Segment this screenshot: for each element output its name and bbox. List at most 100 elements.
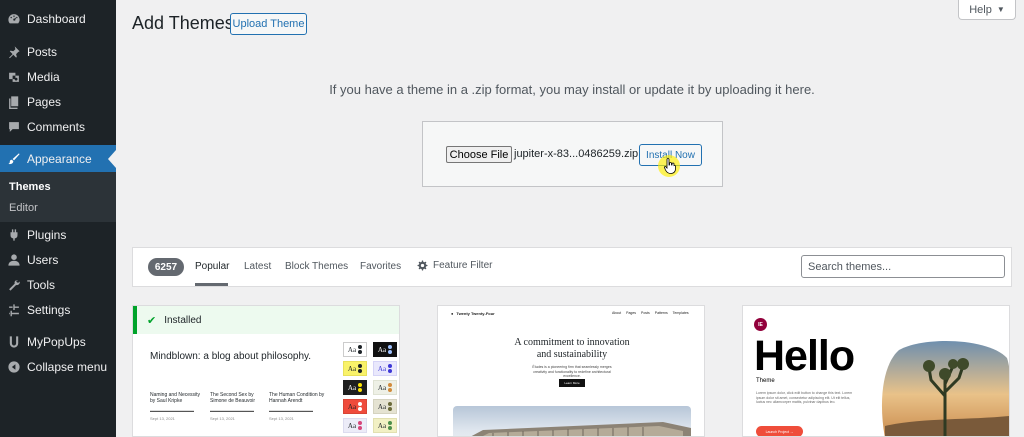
preview-logo-dot: ● [451, 311, 454, 316]
tab-favorites[interactable]: Favorites [360, 261, 401, 272]
swatch-label: Aa [377, 345, 387, 354]
sidebar-item-media[interactable]: Media [0, 65, 116, 89]
sidebar-item-label: Pages [27, 95, 62, 109]
preview-post-excerpt: ▬▬▬▬▬▬▬▬▬▬▬ [150, 408, 194, 413]
headline-line: and sustainability [536, 349, 608, 360]
feature-filter-label: Feature Filter [433, 260, 493, 271]
swatch-label: Aa [377, 364, 387, 373]
upload-form: Choose File jupiter-x-83...0486259.zip I… [422, 121, 723, 187]
preview-post: Naming and Necessity by Saul Kripke ▬▬▬▬… [150, 392, 206, 422]
theme-preview-headline: Hello [754, 332, 855, 380]
style-swatch: Aa [343, 380, 367, 395]
style-swatch: Aa [373, 380, 397, 395]
style-swatch: Aa [373, 399, 397, 414]
theme-card[interactable]: ● Twenty Twenty-Four About Pages Posts Pa… [437, 305, 705, 437]
style-swatch: Aa [343, 342, 367, 357]
caret-down-icon: ▼ [996, 5, 1005, 14]
user-icon [7, 253, 21, 267]
paintbrush-icon [7, 152, 21, 166]
preview-post-title: Naming and Necessity by Saul Kripke [150, 392, 201, 404]
theme-filter-bar: 6257 Popular Latest Block Themes Favorit… [132, 247, 1012, 287]
sidebar-item-plugins[interactable]: Plugins [0, 223, 116, 247]
active-tab-indicator [195, 283, 228, 286]
preview-architecture-photo [453, 406, 691, 436]
sidebar-item-label: MyPopUps [27, 335, 86, 349]
sidebar-item-settings[interactable]: Settings [0, 298, 116, 322]
swatch-label: Aa [347, 421, 357, 430]
style-swatch: Aa [373, 361, 397, 376]
style-swatch: Aa [343, 361, 367, 376]
search-themes-input[interactable] [801, 255, 1005, 278]
dashboard-icon [7, 12, 21, 26]
sidebar-item-tools[interactable]: Tools [0, 273, 116, 297]
settings-icon [7, 303, 21, 317]
submenu-item-editor[interactable]: Editor [9, 202, 38, 214]
choose-file-button[interactable]: Choose File [446, 146, 512, 163]
sidebar-item-appearance[interactable]: Appearance [0, 145, 116, 172]
upload-instructions: If you have a theme in a .zip format, yo… [329, 82, 815, 97]
preview-cactus-photo [881, 341, 1009, 436]
sidebar-item-label: Posts [27, 45, 58, 59]
appearance-submenu: Themes Editor [0, 172, 116, 222]
sidebar-item-posts[interactable]: Posts [0, 40, 116, 64]
upload-theme-button[interactable]: Upload Theme [230, 13, 307, 35]
wrench-icon [7, 278, 21, 292]
preview-post-excerpt: ▬▬▬▬▬▬▬▬▬▬▬ [210, 408, 254, 413]
style-swatch: Aa [373, 342, 397, 357]
tab-block-themes[interactable]: Block Themes [285, 261, 348, 272]
feature-filter-button[interactable]: Feature Filter [417, 260, 492, 271]
theme-card[interactable]: IE Hello Theme Lorem ipsum dolor, click … [742, 305, 1010, 437]
sidebar-item-label: Media [27, 70, 60, 84]
swatch-label: Aa [347, 402, 357, 411]
checkmark-icon: ✔ [147, 314, 157, 327]
theme-card[interactable]: ✔ Installed Mindblown: a blog about phil… [132, 305, 400, 437]
sidebar-item-label: Dashboard [27, 12, 86, 26]
preview-post-title: The Human Condition by Hannah Arendt [269, 392, 325, 404]
preview-brand: ● Twenty Twenty-Four [451, 311, 495, 316]
admin-sidebar: Dashboard Posts Media Pages Comments App… [0, 0, 116, 437]
theme-count-badge: 6257 [148, 258, 184, 276]
sidebar-item-label: Comments [27, 120, 86, 134]
swatch-label: Aa [377, 421, 387, 430]
style-swatch: Aa [343, 399, 367, 414]
preview-post: The Second Sex by Simone de Beauvoir ▬▬▬… [210, 392, 266, 422]
selected-file-name: jupiter-x-83...0486259.zip [514, 148, 639, 160]
preview-description: Études is a pioneering firm that seamles… [532, 365, 612, 378]
preview-cta-button: Learn More [559, 379, 585, 387]
preview-post-title: The Second Sex by Simone de Beauvoir [210, 392, 256, 404]
media-icon [7, 70, 21, 84]
sidebar-item-pages[interactable]: Pages [0, 90, 116, 114]
help-button[interactable]: Help ▼ [958, 0, 1016, 20]
style-swatch: Aa [343, 418, 367, 433]
sidebar-item-mypopups[interactable]: MyPopUps [0, 330, 116, 354]
sidebar-item-label: Plugins [27, 228, 67, 242]
swatch-label: Aa [347, 383, 357, 392]
swatch-label: Aa [377, 383, 387, 392]
collapse-icon [7, 360, 21, 374]
pushpin-icon [7, 45, 21, 59]
comment-icon [7, 120, 21, 134]
sidebar-item-label: Collapse menu [27, 360, 108, 374]
preview-subtitle: Theme [756, 378, 775, 384]
active-menu-arrow [108, 150, 116, 168]
tab-latest[interactable]: Latest [244, 261, 271, 272]
style-swatch: Aa [373, 418, 397, 433]
sidebar-item-label: Tools [27, 278, 56, 292]
pages-icon [7, 95, 21, 109]
submenu-item-themes[interactable]: Themes [9, 181, 51, 193]
sidebar-item-comments[interactable]: Comments [0, 115, 116, 139]
tab-popular[interactable]: Popular [195, 261, 229, 272]
sidebar-item-label: Users [27, 253, 59, 267]
theme-preview-headline: A commitment to innovation and sustainab… [438, 337, 704, 361]
mypopups-icon [7, 335, 21, 349]
sidebar-item-users[interactable]: Users [0, 248, 116, 272]
swatch-label: Aa [347, 345, 357, 354]
gear-icon [417, 260, 428, 271]
preview-post-date: Sept 13, 2021 [150, 416, 175, 421]
theme-preview-headline: Mindblown: a blog about philosophy. [150, 351, 312, 362]
sidebar-item-collapse[interactable]: Collapse menu [0, 355, 116, 379]
preview-brand-name: Twenty Twenty-Four [456, 311, 495, 316]
sidebar-item-dashboard[interactable]: Dashboard [0, 7, 116, 31]
preview-post-date: Sept 13, 2021 [210, 416, 235, 421]
headline-line: A commitment to innovation [514, 337, 630, 348]
